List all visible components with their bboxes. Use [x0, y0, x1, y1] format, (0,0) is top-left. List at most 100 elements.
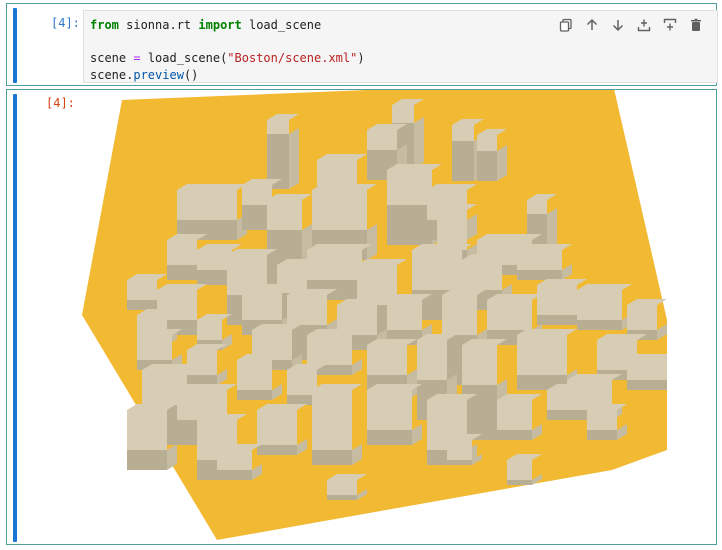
building-front-face: [312, 450, 352, 465]
building-front-face: [517, 270, 562, 280]
building-roof: [197, 250, 232, 270]
building-roof: [367, 390, 412, 430]
building-roof: [167, 240, 197, 265]
building-roof: [517, 250, 562, 270]
building-roof: [477, 135, 497, 151]
building-top-face: [412, 244, 472, 250]
building-roof: [257, 410, 297, 445]
building-roof: [327, 480, 357, 495]
building-roof: [627, 305, 657, 330]
building-front-face: [507, 480, 532, 485]
trash-icon: [691, 18, 701, 31]
building-roof: [387, 170, 432, 205]
assign-op: =: [133, 51, 141, 65]
building-roof: [442, 295, 477, 335]
building-front-face: [187, 375, 217, 385]
building-roof: [367, 130, 397, 150]
keyword-import: import: [198, 18, 242, 32]
building-roof: [462, 260, 502, 290]
building-roof: [547, 390, 587, 410]
building-front-face: [237, 390, 272, 400]
building-front-face: [127, 450, 167, 470]
delete-button[interactable]: [685, 14, 707, 36]
building-top-face: [177, 184, 247, 190]
building-front-face: [587, 430, 617, 440]
building: [177, 184, 247, 240]
building-front-face: [327, 495, 357, 500]
copy-button[interactable]: [555, 14, 577, 36]
building-top-face: [312, 184, 377, 190]
building-front-face: [547, 410, 587, 420]
building-front-face: [257, 445, 297, 455]
input-prompt: [4]:: [51, 16, 80, 30]
insert-above-icon: [637, 19, 651, 32]
building-roof: [197, 320, 222, 340]
scene-preview-canvas[interactable]: [67, 90, 667, 545]
building-roof: [462, 345, 497, 385]
building-roof: [307, 335, 352, 365]
building-roof: [242, 290, 282, 320]
building-front-face: [367, 430, 412, 445]
building-front-face: [387, 205, 432, 245]
building-front-face: [197, 270, 232, 285]
building-roof: [287, 295, 327, 325]
method-name: preview: [133, 67, 184, 82]
building-roof: [587, 410, 617, 430]
code-text: from sionna.rt import load_scene scene =…: [90, 17, 365, 83]
building-roof: [417, 340, 447, 380]
building-roof: [267, 200, 302, 230]
building-roof: [237, 360, 272, 390]
building-front-face: [577, 320, 622, 330]
building-roof: [312, 190, 367, 230]
building-top-face: [517, 329, 577, 335]
active-cell-bar: [13, 8, 17, 83]
building-roof: [187, 350, 217, 375]
building-front-face: [462, 385, 497, 440]
building-front-face: [217, 470, 252, 480]
insert-above-button[interactable]: [633, 14, 655, 36]
move-down-button[interactable]: [607, 14, 629, 36]
building-roof: [267, 120, 289, 134]
building-roof: [387, 300, 422, 330]
building-front-face: [477, 151, 497, 181]
building-roof: [452, 125, 474, 141]
building-front-face: [447, 460, 472, 465]
building-roof: [127, 410, 167, 450]
building-front-face: [167, 265, 197, 280]
code-cell[interactable]: [4]: from sionna.rt import load_scene sc…: [6, 3, 718, 86]
arrow-up-icon: [586, 18, 598, 30]
building-side-face: [497, 145, 507, 181]
building-roof: [217, 450, 252, 470]
building-roof: [447, 440, 472, 460]
string-literal: "Boston/scene.xml": [227, 51, 358, 65]
code-editor[interactable]: from sionna.rt import load_scene scene =…: [83, 10, 718, 83]
move-up-button[interactable]: [581, 14, 603, 36]
building-side-face: [289, 128, 299, 189]
building-roof: [577, 290, 622, 320]
building-roof: [137, 335, 172, 360]
module-name: sionna.rt: [118, 18, 199, 32]
building-top-face: [177, 384, 237, 390]
building-roof: [367, 345, 407, 375]
copy-icon: [559, 18, 572, 32]
building-roof: [312, 390, 352, 450]
building-roof: [127, 280, 157, 300]
building-side-face: [414, 117, 424, 168]
arrow-down-icon: [612, 20, 624, 32]
output-cell-bar: [13, 94, 17, 542]
building-roof: [412, 250, 462, 290]
insert-below-icon: [663, 18, 677, 31]
building-roof: [517, 335, 567, 375]
call-text: load_scene(: [140, 51, 228, 65]
building-roof: [177, 190, 237, 220]
var-name: scene: [90, 51, 134, 65]
building-roof: [507, 460, 532, 480]
building: [627, 354, 667, 390]
building-roof: [537, 285, 577, 315]
import-name: load_scene: [241, 18, 322, 32]
building-front-face: [627, 380, 667, 390]
building-front-face: [452, 141, 474, 181]
building-front-face: [127, 300, 157, 310]
insert-below-button[interactable]: [659, 14, 681, 36]
building-roof: [527, 200, 547, 214]
